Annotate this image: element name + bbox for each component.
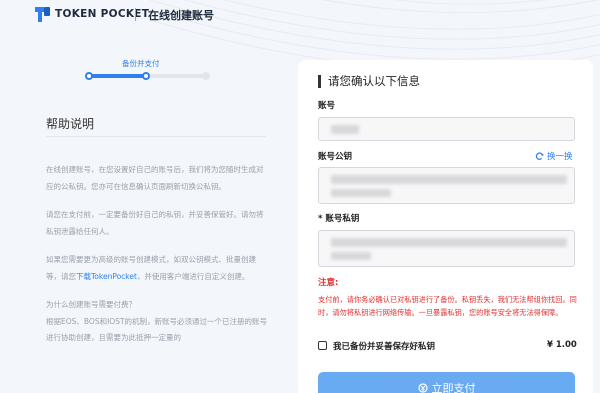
privkey-label: * 账号私钥 — [318, 212, 359, 224]
progress-stepper: 备份并支付 — [85, 58, 210, 88]
account-label: 账号 — [318, 101, 336, 111]
top-bar: TOKEN POCKET 在线创建账号 — [0, 0, 600, 30]
help-text: 在线创建账号，在您设置好自己的账号后，我们将为您随时生成对应的公私钥。您亦可在信… — [46, 162, 268, 359]
header-divider — [135, 8, 136, 21]
help-paragraph-3-tail: ，并使用客户端进行自定义创建。 — [136, 271, 250, 281]
privkey-textarea[interactable] — [318, 230, 575, 267]
pay-now-button[interactable]: 立即支付 — [318, 372, 575, 393]
help-paragraph-4: 根据EOS、BOS和IOST的机制，新账号必须通过一个已注册的账号进行协助创建，… — [46, 316, 268, 343]
help-paragraph-1: 在线创建账号，在您设置好自己的账号后，我们将为您随时生成对应的公私钥。您亦可在信… — [46, 165, 264, 191]
backup-checkbox[interactable] — [318, 341, 327, 350]
warning-label: 注意: — [318, 278, 339, 288]
privkey-value-redacted-line2 — [331, 252, 371, 260]
help-question: 为什么创建账号需要付费？ — [46, 300, 136, 309]
refresh-icon — [535, 151, 544, 160]
panel-title-bar — [318, 75, 321, 88]
backup-checkbox-label[interactable]: 我已备份并妥善保存好私钥 — [333, 340, 435, 352]
panel-title: 请您确认以下信息 — [328, 74, 420, 88]
pubkey-label: 账号公钥 — [318, 152, 353, 162]
required-mark: * — [318, 214, 323, 224]
tokenpocket-logo-icon[interactable] — [35, 7, 50, 22]
step-progress-fill — [86, 74, 146, 78]
step-dot-3 — [202, 72, 210, 80]
privkey-value-redacted-line1 — [331, 238, 567, 247]
swap-keys-button[interactable]: 换一换 — [535, 150, 573, 162]
pay-now-label: 立即支付 — [431, 382, 476, 393]
pubkey-value-redacted-line2 — [331, 189, 391, 197]
page-title: 在线创建账号 — [148, 9, 214, 22]
step-dot-2 — [142, 72, 150, 80]
help-divider — [46, 136, 266, 137]
pubkey-textarea[interactable] — [318, 167, 575, 204]
warning-text: 支付前，请你务必确认已对私钥进行了备份。私钥丢失，我们无法帮组你找回。同时，请勿… — [318, 295, 577, 317]
pubkey-value-redacted-line1 — [331, 175, 567, 184]
account-input[interactable] — [318, 117, 575, 141]
privkey-label-text: 账号私钥 — [325, 214, 360, 224]
help-title: 帮助说明 — [46, 117, 95, 131]
account-value-redacted — [331, 125, 359, 134]
swap-label: 换一换 — [547, 152, 573, 162]
pay-icon — [417, 383, 428, 393]
step-label: 备份并支付 — [122, 59, 160, 68]
download-link[interactable]: 下载TokenPocket — [76, 272, 137, 281]
help-paragraph-3: 如果您需要更为高级的账号创建模式，如双公钥模式、批量创建等，请您下载TokenP… — [46, 252, 268, 285]
help-paragraph-2: 请您在支付前，一定要备份好自己的私钥，并妥善保管好。请勿将私钥泄露给任何人。 — [46, 210, 264, 236]
step-dot-1 — [85, 72, 93, 80]
price-value: ¥ 1.00 — [547, 340, 577, 350]
